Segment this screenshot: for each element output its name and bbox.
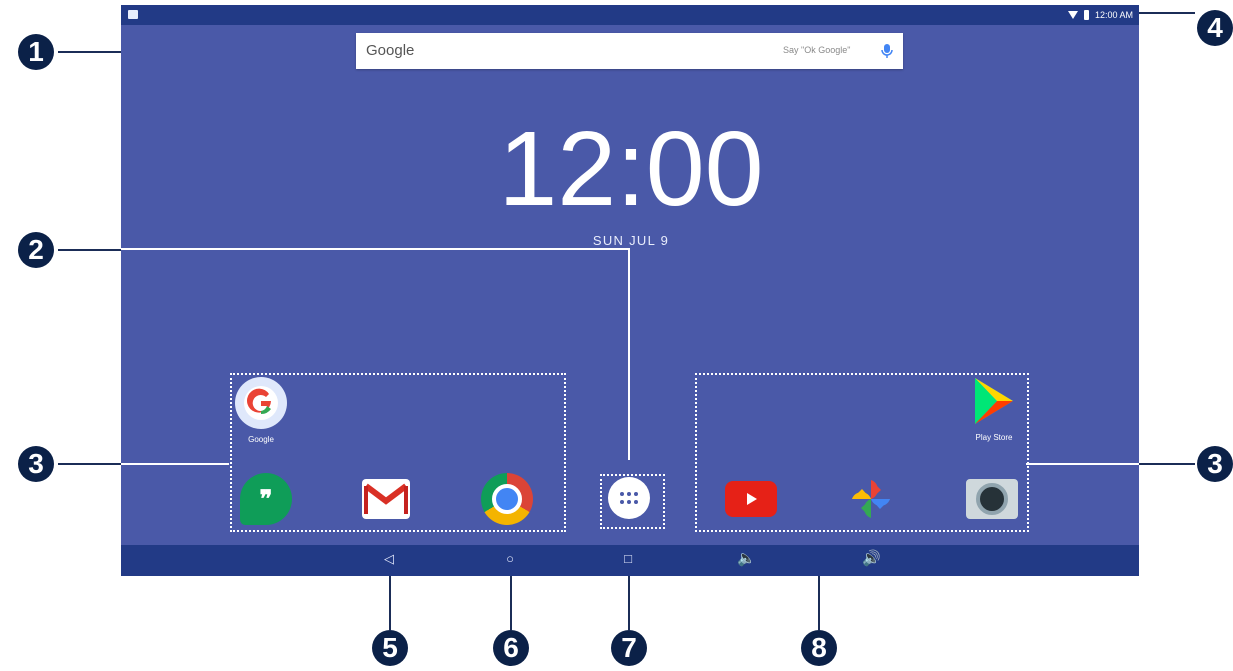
play-store-icon <box>968 375 1020 427</box>
camera-icon <box>966 479 1018 519</box>
app-drawer-button[interactable] <box>584 477 674 519</box>
google-app-label: Google <box>248 435 274 444</box>
left-apps-leader <box>121 463 229 465</box>
status-time: 12:00 AM <box>1094 10 1133 20</box>
youtube-icon <box>725 481 777 517</box>
hangouts-icon: ❞ <box>240 473 292 525</box>
battery-icon <box>1083 10 1089 20</box>
right-apps-leader <box>1026 463 1139 465</box>
leader-line-2 <box>58 249 121 251</box>
play-store-label: Play Store <box>975 433 1013 442</box>
google-app[interactable]: Google <box>216 377 306 444</box>
tablet-screen: 12:00 AM Google Say "Ok Google" 12:00 SU… <box>121 5 1139 576</box>
volume-down-button[interactable]: 🔈 <box>737 549 756 567</box>
play-store-app[interactable]: Play Store <box>949 375 1039 442</box>
callout-6: 6 <box>493 630 529 666</box>
camera-app[interactable] <box>947 473 1037 519</box>
back-icon: ◁ <box>384 551 394 566</box>
volume-up-icon: 🔊 <box>862 550 881 567</box>
callout-7: 7 <box>611 630 647 666</box>
leader-line-3-right <box>1139 463 1195 465</box>
home-button[interactable]: ○ <box>500 549 520 569</box>
app-drawer-leader-horizontal <box>121 248 630 250</box>
hangouts-app[interactable]: ❞ <box>221 473 311 525</box>
volume-up-button[interactable]: 🔊 <box>862 549 881 567</box>
clock-time[interactable]: 12:00 <box>481 113 781 225</box>
gmail-icon <box>362 479 410 519</box>
gmail-app[interactable] <box>341 473 431 519</box>
youtube-app[interactable] <box>706 473 796 517</box>
callout-2: 2 <box>18 232 54 268</box>
voice-search-hint: Say "Ok Google" <box>783 45 851 55</box>
leader-line-5 <box>389 576 391 630</box>
app-drawer-leader-vertical <box>628 248 630 460</box>
leader-line-1 <box>58 51 121 53</box>
leader-line-7 <box>628 576 630 630</box>
leader-line-6 <box>510 576 512 630</box>
status-bar: 12:00 AM <box>121 5 1139 25</box>
chrome-app[interactable] <box>462 473 552 525</box>
google-search-bar[interactable]: Google Say "Ok Google" <box>356 33 903 69</box>
photos-icon <box>845 473 897 525</box>
recents-button[interactable]: □ <box>618 549 638 569</box>
callout-3-right: 3 <box>1197 446 1233 482</box>
google-logo: Google <box>366 42 415 59</box>
chrome-icon <box>481 473 533 525</box>
clock-date: SUN JUL 9 <box>592 233 670 248</box>
callout-4: 4 <box>1197 10 1233 46</box>
leader-line-4 <box>1139 12 1195 14</box>
callout-8: 8 <box>801 630 837 666</box>
back-button[interactable]: ◁ <box>379 549 399 569</box>
microphone-icon[interactable] <box>878 42 896 60</box>
callout-5: 5 <box>372 630 408 666</box>
volume-down-icon: 🔈 <box>737 550 756 567</box>
home-icon: ○ <box>506 551 514 566</box>
photos-app[interactable] <box>826 473 916 525</box>
wifi-icon <box>1067 11 1078 19</box>
status-icons: 12:00 AM <box>1067 8 1133 22</box>
recents-icon: □ <box>624 551 632 566</box>
callout-1: 1 <box>18 34 54 70</box>
leader-line-3-left <box>58 463 121 465</box>
callout-3-left: 3 <box>18 446 54 482</box>
app-drawer-icon <box>608 477 650 519</box>
google-icon <box>235 377 287 429</box>
leader-line-8 <box>818 574 820 630</box>
notification-icon <box>128 10 138 19</box>
